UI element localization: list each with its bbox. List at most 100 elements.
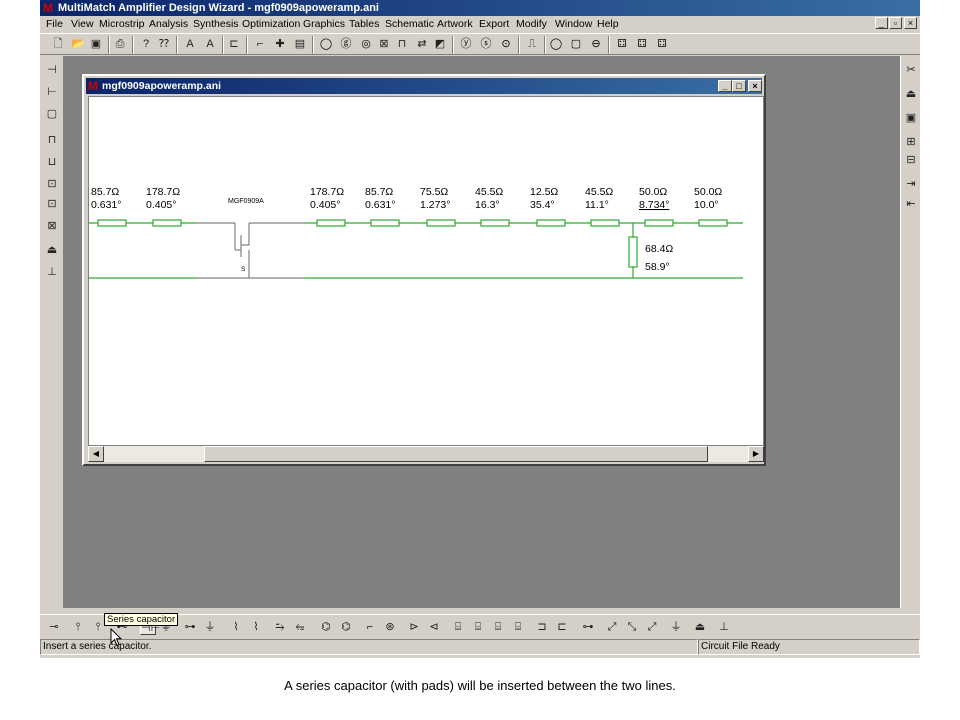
schematic-child-window[interactable]: M mgf0909apoweramp.ani _ □ × 85.7Ω 0.631°… [82, 74, 766, 466]
transformer-icon[interactable]: ⌬ [318, 619, 334, 635]
series-inductor-icon[interactable]: ⌇ [228, 619, 244, 635]
menu-file[interactable]: File [46, 18, 63, 30]
smith-chart-icon[interactable]: ◯ [318, 36, 334, 52]
context-help-icon[interactable]: ⁇ [156, 36, 172, 52]
shunt-resistor-icon[interactable]: ⫯ [70, 619, 86, 635]
menu-view[interactable]: View [71, 18, 94, 30]
shunt-coil-icon[interactable]: ⌇ [248, 619, 264, 635]
swap-icon[interactable]: ⇄ [414, 36, 430, 52]
network-a-icon[interactable]: ⌸ [450, 619, 466, 635]
mdi-restore-button[interactable]: ▫ [889, 17, 902, 29]
ground-icon[interactable]: ⏚ [668, 619, 684, 635]
series-diode-icon[interactable]: ⊳ [406, 619, 422, 635]
network-b-icon[interactable]: ⌸ [470, 619, 486, 635]
child-close-button[interactable]: × [748, 80, 762, 92]
component-icon[interactable]: ⊓ [394, 36, 410, 52]
line-bend-icon[interactable]: ⌐ [252, 36, 268, 52]
menu-tables[interactable]: Tables [349, 18, 379, 30]
series-rc-icon[interactable]: ⊶ [182, 619, 198, 635]
short-circuit-stub-icon[interactable]: ⊔ [44, 154, 60, 170]
menu-synthesis[interactable]: Synthesis [193, 18, 239, 30]
menu-export[interactable]: Export [479, 18, 509, 30]
pad-icon[interactable]: ⏏ [44, 242, 60, 258]
pad-tool-icon[interactable]: ⏏ [903, 86, 919, 102]
series-line-element[interactable] [480, 219, 510, 227]
series-line-element[interactable] [152, 219, 182, 227]
series-line-element[interactable] [644, 219, 674, 227]
insert-left-icon[interactable]: ⇤ [903, 196, 919, 212]
square-marker-icon[interactable]: ▢ [568, 36, 584, 52]
child-title-bar[interactable]: M mgf0909apoweramp.ani _ □ × [86, 78, 762, 94]
save-icon[interactable]: ▣ [88, 36, 104, 52]
series-line-element[interactable] [536, 219, 566, 227]
scroll-right-icon[interactable]: ▶ [748, 446, 764, 462]
menu-optimization[interactable]: Optimization [242, 18, 300, 30]
stub-icon[interactable]: ▢ [44, 106, 60, 122]
menu-microstrip[interactable]: Microstrip [99, 18, 145, 30]
series-resistor-icon[interactable]: ⊸ [46, 619, 62, 635]
series-line-element[interactable] [426, 219, 456, 227]
menu-window[interactable]: Window [555, 18, 592, 30]
menu-artwork[interactable]: Artwork [437, 18, 473, 30]
smith-dot-icon[interactable]: ⊙ [498, 36, 514, 52]
scroll-left-icon[interactable]: ◀ [88, 446, 104, 462]
help-icon[interactable]: ? [138, 36, 154, 52]
network-d-icon[interactable]: ⌸ [510, 619, 526, 635]
chart-edit-icon[interactable]: ◩ [432, 36, 448, 52]
cross-icon[interactable]: ✚ [272, 36, 288, 52]
diagonal-c-icon[interactable]: ⤢ [644, 619, 660, 635]
menu-help[interactable]: Help [597, 18, 619, 30]
series-line-element[interactable] [370, 219, 400, 227]
cut-icon[interactable]: ✂ [903, 62, 919, 78]
menu-modify[interactable]: Modify [516, 18, 547, 30]
smith-chart-g-icon[interactable]: ⓖ [338, 36, 354, 52]
tee-icon[interactable]: ⊥ [44, 264, 60, 280]
coupled-line-b-icon[interactable]: ⥳ [292, 619, 308, 635]
shunt-rc-icon[interactable]: ⏚ [202, 619, 218, 635]
gap-icon[interactable]: ⊶ [580, 619, 596, 635]
resonator-icon[interactable]: ⌬ [338, 619, 354, 635]
print-icon[interactable]: ⎙ [112, 36, 128, 52]
pad-element-icon[interactable]: ⏏ [692, 619, 708, 635]
series-line-element[interactable] [590, 219, 620, 227]
element-k-icon[interactable]: ⊠ [44, 218, 60, 234]
rn-shunt-icon[interactable]: ⊡ [44, 196, 60, 212]
smith-chart-r-icon[interactable]: ◎ [358, 36, 374, 52]
coupled-line-icon[interactable]: ⥲ [272, 619, 288, 635]
port-icon[interactable]: ⊏ [226, 36, 242, 52]
insert-right-icon[interactable]: ⇥ [903, 176, 919, 192]
layout-a-icon[interactable]: ⚃ [614, 36, 630, 52]
new-file-icon[interactable]: 🗋 [50, 36, 66, 52]
circle-marker-icon[interactable]: ◯ [548, 36, 564, 52]
via-icon[interactable]: ⊛ [382, 619, 398, 635]
rn-icon[interactable]: ⊡ [44, 176, 60, 192]
child-minimize-button[interactable]: _ [718, 80, 732, 92]
series-line-element[interactable] [698, 219, 728, 227]
horizontal-scrollbar[interactable]: ◀ ▶ [88, 446, 764, 462]
diagonal-a-icon[interactable]: ⤢ [604, 619, 620, 635]
shunt-diode-icon[interactable]: ⊲ [426, 619, 442, 635]
frame-icon[interactable]: ▣ [903, 110, 919, 126]
amplifier-b-icon[interactable]: A [202, 36, 218, 52]
scroll-thumb[interactable] [204, 446, 708, 462]
mdi-close-button[interactable]: × [904, 17, 917, 29]
open-end-icon[interactable]: ⊐ [534, 619, 550, 635]
smith-y-icon[interactable]: ⓨ [458, 36, 474, 52]
menu-schematic[interactable]: Schematic [385, 18, 434, 30]
child-maximize-button[interactable]: □ [732, 80, 746, 92]
layout-c-icon[interactable]: ⚃ [654, 36, 670, 52]
smith-s-icon[interactable]: ⓢ [478, 36, 494, 52]
short-end-icon[interactable]: ⊏ [554, 619, 570, 635]
network-c-icon[interactable]: ⌸ [490, 619, 506, 635]
shunt-line-icon[interactable]: ⊢ [44, 84, 60, 100]
schematic-canvas[interactable]: 85.7Ω 0.631° 178.7Ω 0.405° 178.7Ω 0.405° 85.7Ω… [88, 96, 764, 446]
series-line-icon[interactable]: ⊣ [44, 62, 60, 78]
amplifier-a-icon[interactable]: A [182, 36, 198, 52]
open-folder-icon[interactable]: 📂 [70, 36, 86, 52]
matrix-icon[interactable]: ⊠ [376, 36, 392, 52]
open-circuit-stub-icon[interactable]: ⊓ [44, 132, 60, 148]
add-icon[interactable]: ⊞ [903, 134, 919, 150]
menu-graphics[interactable]: Graphics [303, 18, 345, 30]
shunt-stub-element[interactable] [628, 236, 638, 268]
diagonal-b-icon[interactable]: ⤡ [624, 619, 640, 635]
